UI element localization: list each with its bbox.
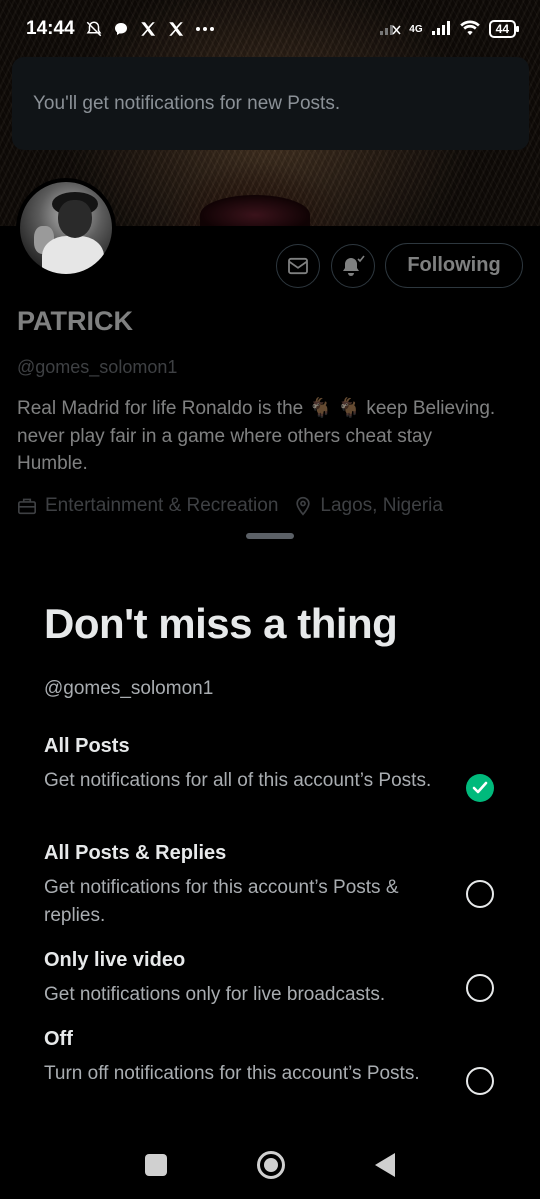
chat-icon	[113, 21, 129, 37]
option-title: All Posts	[44, 735, 130, 757]
radio-selected[interactable]	[466, 774, 494, 802]
radio-unselected[interactable]	[466, 974, 494, 1002]
system-nav-bar	[0, 1131, 540, 1199]
bell-check-icon	[343, 255, 365, 276]
sheet-drag-handle[interactable]	[246, 533, 294, 539]
option-posts-replies[interactable]: All Posts & Replies Get notifications fo…	[44, 842, 504, 929]
notification-toast: You'll get notifications for new Posts.	[12, 57, 529, 150]
signal-icon	[431, 20, 451, 39]
wifi-icon	[459, 20, 481, 39]
status-left: 14:44	[26, 18, 215, 40]
briefcase-icon	[18, 498, 36, 515]
option-live-video[interactable]: Only live video Get notifications only f…	[44, 949, 504, 1009]
profile-category: Entertainment & Recreation	[17, 495, 278, 517]
profile-name: PATRICK	[17, 306, 133, 336]
avatar-head	[58, 200, 92, 238]
sheet-title: Don't miss a thing	[44, 600, 398, 647]
location-label: Lagos, Nigeria	[320, 495, 443, 516]
status-right: 4G 44	[379, 20, 520, 39]
option-description: Turn off notifications for this account’…	[44, 1063, 420, 1084]
battery-icon: 44	[488, 20, 520, 38]
avatar-body	[42, 236, 104, 274]
radio-unselected[interactable]	[466, 880, 494, 908]
option-all-posts[interactable]: All Posts Get notifications for all of t…	[44, 735, 504, 802]
mute-bell-icon	[85, 20, 103, 38]
nav-back-icon[interactable]	[375, 1153, 395, 1177]
status-bar: 14:44 4G 44	[0, 0, 540, 58]
profile-handle: @gomes_solomon1	[17, 357, 178, 377]
mail-icon	[288, 257, 308, 275]
avatar[interactable]	[16, 178, 116, 278]
category-label: Entertainment & Recreation	[45, 495, 279, 516]
option-off[interactable]: Off Turn off notifications for this acco…	[44, 1028, 504, 1095]
profile-bio: Real Madrid for life Ronaldo is the 🐐 🐐 …	[17, 398, 496, 474]
option-description: Get notifications for all of this accoun…	[44, 770, 432, 791]
notifications-button[interactable]	[331, 244, 375, 288]
option-title: Off	[44, 1028, 73, 1050]
option-title: Only live video	[44, 949, 186, 971]
more-dots-icon	[195, 26, 215, 32]
profile-location: Lagos, Nigeria	[294, 495, 443, 517]
signal-icon	[379, 20, 401, 39]
radio-unselected[interactable]	[466, 1067, 494, 1095]
sheet-account-handle: @gomes_solomon1	[44, 678, 214, 699]
option-description: Get notifications only for live broadcas…	[44, 984, 386, 1005]
check-icon	[472, 781, 488, 794]
message-button[interactable]	[276, 244, 320, 288]
option-title: All Posts & Replies	[44, 842, 227, 864]
network-type: 4G	[409, 23, 423, 35]
x-logo-icon	[139, 20, 157, 38]
nav-home-icon[interactable]	[257, 1151, 285, 1179]
nav-recents-icon[interactable]	[145, 1154, 167, 1176]
option-description: Get notifications for this account’s Pos…	[44, 877, 399, 926]
profile-meta: Entertainment & Recreation Lagos, Nigeri…	[17, 495, 443, 517]
x-logo-icon	[167, 20, 185, 38]
location-pin-icon	[296, 496, 311, 516]
status-time: 14:44	[26, 18, 75, 39]
following-button[interactable]: Following	[385, 243, 523, 288]
